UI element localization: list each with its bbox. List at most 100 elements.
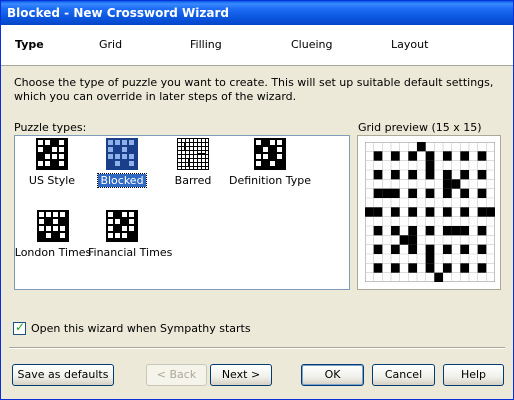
puzzle-type-financial-times[interactable]: Financial Times [86, 210, 172, 259]
grid-block-cell [434, 272, 443, 282]
grid-block-cell [460, 170, 469, 180]
grid-block-cell [443, 207, 452, 217]
title-bar[interactable]: Blocked - New Crossword Wizard [1, 1, 513, 25]
check-mark-icon: ✓ [15, 320, 26, 334]
grid-block-cell [460, 151, 469, 161]
puzzle-type-label: Barred [174, 174, 212, 187]
grid-block-cell [391, 188, 400, 198]
steps-header: Type Grid Filling Clueing Layout [1, 25, 513, 66]
grid-block-cell [460, 188, 469, 198]
ok-button[interactable]: OK [301, 364, 364, 386]
grid-block-cell [391, 263, 400, 273]
save-defaults-button[interactable]: Save as defaults [12, 364, 114, 386]
grid-block-cell [408, 226, 417, 236]
grid-block-cell [373, 207, 383, 217]
grid-block-cell [477, 244, 487, 254]
grid-block-cell [408, 263, 417, 273]
definition-grid-icon [254, 138, 286, 170]
grid-block-cell [477, 226, 487, 236]
grid-block-cell [391, 170, 400, 180]
grid-block-cell [408, 170, 417, 180]
grid-block-cell [373, 226, 383, 236]
grid-block-cell [373, 170, 383, 180]
grid-block-cell [373, 188, 383, 198]
open-on-start-checkbox[interactable]: ✓ [13, 320, 26, 335]
grid-preview [365, 142, 495, 282]
grid-block-cell [460, 207, 469, 217]
grid-block-cell [486, 207, 495, 217]
grid-block-cell [451, 226, 461, 236]
us-style-grid-icon [36, 138, 68, 170]
puzzle-type-label: US Style [28, 174, 76, 187]
grid-block-cell [443, 263, 452, 273]
grid-block-cell [408, 235, 417, 245]
grid-block-cell [425, 244, 435, 254]
grid-block-cell [408, 244, 417, 254]
grid-block-cell [425, 188, 435, 198]
puzzle-type-label: London Times [14, 246, 92, 259]
financial-times-grid-icon [106, 210, 138, 242]
grid-block-cell [477, 151, 487, 161]
window-title: Blocked - New Crossword Wizard [7, 6, 229, 20]
grid-block-cell [408, 151, 417, 161]
puzzle-type-definition[interactable]: Definition Type [225, 138, 315, 187]
grid-block-cell [408, 188, 417, 198]
grid-block-cell [460, 226, 469, 236]
puzzle-type-us-style[interactable]: US Style [12, 138, 92, 187]
grid-block-cell [443, 188, 452, 198]
puzzle-type-blocked[interactable]: Blocked [82, 138, 162, 188]
grid-block-cell [382, 188, 391, 198]
grid-block-cell [451, 179, 461, 189]
grid-block-cell [460, 263, 469, 273]
grid-block-cell [425, 226, 435, 236]
puzzle-type-label: Definition Type [228, 174, 312, 187]
puzzle-type-label: Blocked [97, 173, 147, 188]
next-button[interactable]: Next > [210, 364, 272, 386]
puzzle-types-label: Puzzle types: [14, 121, 87, 134]
london-times-grid-icon [37, 210, 69, 242]
grid-block-cell [460, 244, 469, 254]
step-layout: Layout [391, 38, 429, 51]
grid-block-cell [425, 170, 435, 180]
puzzle-type-barred[interactable]: Barred [153, 138, 233, 187]
open-on-start-label: Open this wizard when Sympathy starts [31, 322, 251, 335]
grid-block-cell [477, 170, 487, 180]
grid-block-cell [443, 179, 452, 189]
puzzle-type-london-times[interactable]: London Times [12, 210, 94, 259]
grid-block-cell [477, 263, 487, 273]
back-button[interactable]: < Back [146, 364, 207, 386]
step-filling: Filling [190, 38, 222, 51]
grid-block-cell [425, 160, 435, 170]
grid-block-cell [391, 244, 400, 254]
grid-block-cell [408, 207, 417, 217]
grid-block-cell [425, 151, 435, 161]
description-text: Choose the type of puzzle you want to cr… [14, 76, 494, 103]
grid-block-cell [443, 226, 452, 236]
grid-block-cell [425, 254, 435, 264]
grid-preview-label: Grid preview (15 x 15) [358, 121, 482, 134]
grid-block-cell [477, 188, 487, 198]
grid-block-cell [373, 151, 383, 161]
grid-block-cell [399, 235, 409, 245]
cancel-button[interactable]: Cancel [372, 364, 435, 386]
grid-block-cell [391, 151, 400, 161]
grid-block-cell [477, 207, 487, 217]
step-grid: Grid [99, 38, 123, 51]
footer-separator [9, 347, 505, 349]
wizard-window: Blocked - New Crossword Wizard Type Grid… [0, 0, 514, 400]
puzzle-type-label: Financial Times [88, 246, 173, 259]
grid-block-cell [365, 207, 374, 217]
step-clueing: Clueing [291, 38, 333, 51]
puzzle-types-list[interactable]: US Style Blocked Barred Definition Type … [14, 135, 350, 290]
blocked-grid-icon [106, 138, 138, 170]
barred-grid-icon [177, 138, 209, 170]
help-button[interactable]: Help [443, 364, 504, 386]
step-type: Type [15, 38, 44, 51]
grid-block-cell [391, 207, 400, 217]
grid-block-cell [443, 244, 452, 254]
grid-block-cell [425, 263, 435, 273]
grid-block-cell [373, 244, 383, 254]
grid-block-cell [443, 170, 452, 180]
grid-block-cell [391, 226, 400, 236]
grid-block-cell [443, 151, 452, 161]
